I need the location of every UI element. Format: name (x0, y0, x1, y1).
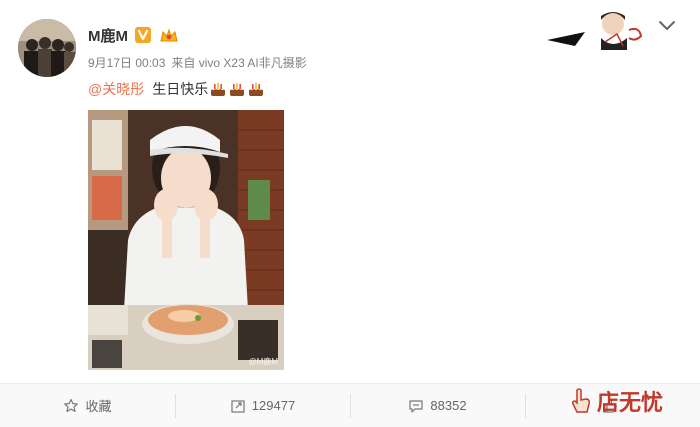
repost-icon (231, 399, 245, 413)
username-link[interactable]: M鹿M (88, 25, 128, 46)
repost-count: 129477 (251, 398, 296, 413)
post-source: 来自 vivo X23 AI非凡摄影 (171, 56, 307, 70)
favorite-label: 收藏 (85, 399, 112, 414)
weibo-post-card: M鹿M 9月17日 00:03 来自 vivo X23 AI非凡摄影 @关晓彤 … (0, 0, 700, 427)
photo-image (88, 110, 284, 370)
post-meta: 9月17日 00:03 来自 vivo X23 AI非凡摄影 (88, 54, 307, 71)
post-photo[interactable]: @M鹿M (88, 110, 284, 370)
favorite-button[interactable]: 收藏 (0, 384, 175, 427)
avatar-group-photo (18, 19, 76, 77)
card-skin-decoration (547, 12, 643, 50)
photo-watermark: @M鹿M (248, 357, 278, 366)
site-watermark-text: 店无忧 (597, 390, 664, 415)
mention-link[interactable]: @关晓彤 (88, 79, 144, 99)
hand-cursor-logo-icon (572, 388, 590, 413)
star-icon (64, 398, 79, 412)
comment-button[interactable]: 88352 (350, 384, 525, 427)
site-watermark: 店无忧 (568, 385, 663, 417)
post-text: 生日快乐 (152, 81, 209, 97)
birthday-cake-icon (249, 83, 264, 96)
post-content: @关晓彤 生日快乐 (88, 79, 265, 99)
post-timestamp[interactable]: 9月17日 00:03 (88, 54, 165, 71)
verified-badge-icon[interactable] (134, 26, 152, 44)
comment-count: 88352 (430, 398, 467, 413)
user-avatar[interactable] (18, 19, 76, 77)
user-name-row: M鹿M (88, 24, 180, 46)
member-crown-icon[interactable] (158, 26, 180, 44)
repost-button[interactable]: 129477 (175, 384, 350, 427)
birthday-cake-icon (230, 83, 245, 96)
comment-icon (409, 399, 424, 413)
chevron-down-icon[interactable] (656, 14, 678, 36)
birthday-cake-icon (211, 83, 226, 96)
